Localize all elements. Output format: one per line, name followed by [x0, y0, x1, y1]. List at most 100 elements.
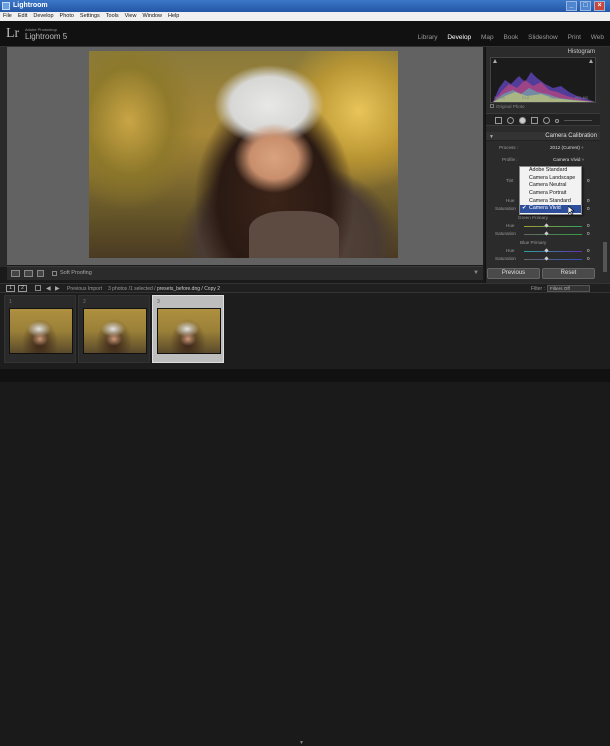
- radial-filter-icon[interactable]: [543, 117, 550, 124]
- filter-label: Filter :: [531, 286, 545, 292]
- profile-option-adobe-standard[interactable]: Adobe Standard: [520, 167, 581, 175]
- profile-label: Profile :: [502, 157, 518, 162]
- profile-select[interactable]: Camera Vivid ÷: [553, 157, 584, 162]
- filmstrip-info: 3 photos /1 selected / presets_before.dn…: [108, 286, 221, 292]
- menu-develop[interactable]: Develop: [30, 12, 56, 21]
- photo-coat: [249, 211, 339, 258]
- back-arrow-icon[interactable]: ◀: [46, 285, 51, 292]
- module-develop[interactable]: Develop: [447, 34, 471, 41]
- right-panel: Histogram 10 mm f/1.8 1/25 s ISO 400 Ori…: [485, 47, 601, 283]
- menu-photo[interactable]: Photo: [57, 12, 77, 21]
- grid-view-icon[interactable]: [35, 285, 41, 291]
- scrollbar-thumb[interactable]: [603, 242, 607, 272]
- close-button[interactable]: ×: [594, 1, 605, 11]
- histogram-focal-length: 10 mm: [494, 96, 505, 100]
- red-saturation-label: Saturation: [495, 206, 516, 211]
- window-titlebar: Lightroom _ □ ×: [0, 0, 610, 12]
- shadows-tint-value[interactable]: 0: [587, 178, 590, 183]
- menu-help[interactable]: Help: [165, 12, 182, 21]
- filmstrip-filename[interactable]: presets_before.dng / Copy 2: [157, 286, 220, 292]
- toolbar-menu-icon[interactable]: ▼: [473, 270, 479, 276]
- blue-saturation-slider[interactable]: [524, 259, 582, 260]
- forward-arrow-icon[interactable]: ▶: [55, 285, 60, 292]
- module-library[interactable]: Library: [418, 34, 438, 41]
- histogram-aperture: f/1.8: [522, 96, 529, 100]
- menu-bar: File Edit Develop Photo Settings Tools View Win…: [0, 12, 610, 21]
- thumbnail-number: 2: [83, 299, 86, 305]
- bottom-panel-edge[interactable]: ▼: [0, 369, 610, 746]
- collapse-icon[interactable]: ▼: [489, 134, 494, 140]
- filmstrip: 1 2 3: [0, 293, 610, 369]
- blue-hue-value[interactable]: 0: [587, 248, 590, 253]
- green-saturation-value[interactable]: 0: [587, 231, 590, 236]
- red-hue-label: Hue: [506, 198, 515, 203]
- filmstrip-thumbnail[interactable]: 2: [78, 295, 150, 363]
- filmstrip-source[interactable]: Previous Import: [67, 286, 102, 292]
- profile-option-camera-standard[interactable]: Camera Standard: [520, 198, 581, 206]
- green-saturation-label: Saturation: [495, 231, 516, 236]
- menu-tools[interactable]: Tools: [103, 12, 122, 21]
- maximize-button[interactable]: □: [580, 1, 591, 11]
- histogram[interactable]: 10 mm f/1.8 1/25 s ISO 400: [490, 57, 596, 103]
- red-saturation-value[interactable]: 0: [587, 206, 590, 211]
- green-saturation-slider[interactable]: [524, 234, 582, 235]
- menu-view[interactable]: View: [122, 12, 140, 21]
- blue-saturation-label: Saturation: [495, 256, 516, 261]
- previous-button[interactable]: Previous: [487, 268, 540, 279]
- blue-hue-slider[interactable]: [524, 251, 582, 252]
- lightroom-logo: Lr: [6, 26, 20, 41]
- thumbnail-number: 1: [9, 299, 12, 305]
- camera-calibration-header[interactable]: ▼ Camera Calibration: [486, 132, 601, 141]
- filter-select[interactable]: Filters Off: [547, 285, 590, 292]
- main-monitor-button[interactable]: 1: [6, 285, 15, 292]
- soft-proofing-checkbox[interactable]: [52, 271, 57, 276]
- thumbnail-image: [83, 308, 147, 354]
- original-photo-label: Original Photo: [496, 104, 525, 109]
- filmstrip-thumbnail[interactable]: 1: [4, 295, 76, 363]
- spot-removal-tool-icon[interactable]: [507, 117, 514, 124]
- main-photo[interactable]: [89, 51, 398, 258]
- brush-size-slider[interactable]: [564, 120, 592, 121]
- adjustment-brush-icon[interactable]: [555, 119, 559, 123]
- module-map[interactable]: Map: [481, 34, 494, 41]
- checkmark-icon: ✔: [522, 205, 527, 212]
- second-monitor-button[interactable]: 2: [18, 285, 27, 292]
- blue-saturation-value[interactable]: 0: [587, 256, 590, 261]
- green-hue-label: Hue: [506, 223, 515, 228]
- menu-file[interactable]: File: [0, 12, 15, 21]
- histogram-title[interactable]: Histogram: [568, 49, 595, 55]
- module-picker: Library Develop Map Book Slideshow Print…: [410, 34, 604, 41]
- green-hue-slider[interactable]: [524, 226, 582, 227]
- profile-dropdown-menu[interactable]: Adobe Standard Camera Landscape Camera N…: [519, 166, 582, 215]
- tool-strip: [486, 113, 601, 126]
- profile-option-camera-neutral[interactable]: Camera Neutral: [520, 182, 581, 190]
- green-primary-section: Green Primary: [518, 215, 548, 220]
- minimize-button[interactable]: _: [566, 1, 577, 11]
- left-panel-collapsed[interactable]: [0, 47, 7, 267]
- menu-settings[interactable]: Settings: [77, 12, 103, 21]
- collapse-filmstrip-icon[interactable]: ▼: [299, 740, 304, 746]
- dropdown-arrow-icon[interactable]: [37, 270, 44, 277]
- module-web[interactable]: Web: [591, 34, 604, 41]
- reset-button[interactable]: Reset: [542, 268, 595, 279]
- module-print[interactable]: Print: [568, 34, 581, 41]
- module-slideshow[interactable]: Slideshow: [528, 34, 558, 41]
- graduated-filter-icon[interactable]: [531, 117, 538, 124]
- red-eye-tool-icon[interactable]: [519, 117, 526, 124]
- before-after-icon[interactable]: [24, 270, 33, 277]
- original-photo-checkbox[interactable]: [490, 104, 494, 108]
- menu-window[interactable]: Window: [139, 12, 165, 21]
- right-panel-scrollbar[interactable]: [600, 47, 610, 283]
- module-book[interactable]: Book: [503, 34, 518, 41]
- profile-option-camera-portrait[interactable]: Camera Portrait: [520, 190, 581, 198]
- brand-name: Lightroom 5: [25, 32, 68, 41]
- red-hue-value[interactable]: 0: [587, 198, 590, 203]
- loupe-view-icon[interactable]: [11, 270, 20, 277]
- filmstrip-thumbnail-selected[interactable]: 3: [152, 295, 224, 363]
- green-hue-value[interactable]: 0: [587, 223, 590, 228]
- profile-option-camera-landscape[interactable]: Camera Landscape: [520, 175, 581, 183]
- app-icon: [2, 2, 10, 10]
- menu-edit[interactable]: Edit: [15, 12, 30, 21]
- crop-tool-icon[interactable]: [495, 117, 502, 124]
- process-select[interactable]: 2012 (Current) ÷: [550, 145, 584, 150]
